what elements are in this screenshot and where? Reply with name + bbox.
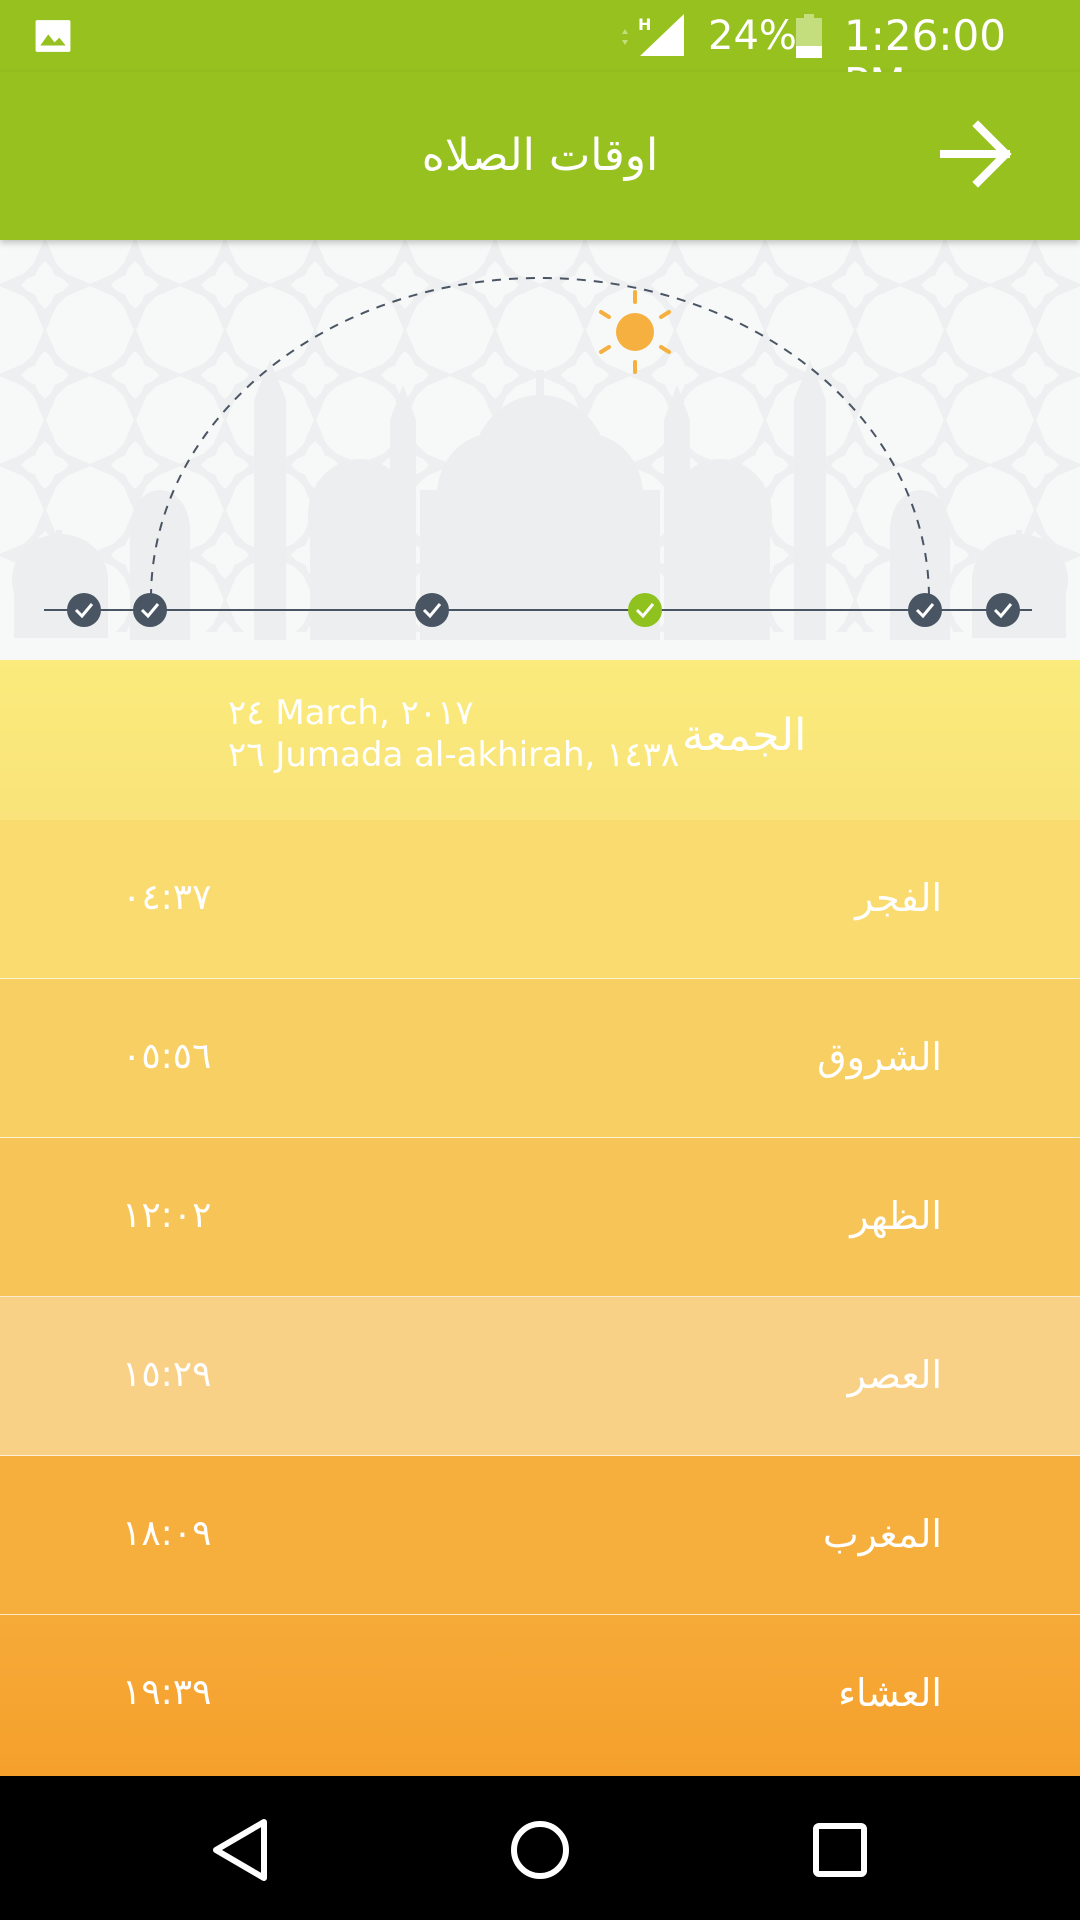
network-type-label: H <box>638 15 651 34</box>
prayer-marker-3 <box>415 593 449 627</box>
prayer-time: ١٢:٠٢ <box>122 1195 212 1236</box>
prayer-times-list: ٢٤ March, ٢٠١٧ ٢٦ Jumada al-akhirah, ١٤٣… <box>0 660 1080 1776</box>
prayer-marker-current <box>628 593 662 627</box>
prayer-row-asr[interactable]: ١٥:٢٩ العصر <box>0 1297 1080 1457</box>
sun-path-illustration <box>0 240 1080 660</box>
arrow-forward-icon[interactable] <box>936 114 1016 194</box>
page-title: اوقات الصلاه <box>421 130 659 181</box>
prayer-time: ٠٥:٥٦ <box>122 1036 212 1077</box>
prayer-row-isha[interactable]: ١٩:٣٩ العشاء <box>0 1615 1080 1776</box>
day-name: الجمعة <box>682 710 807 761</box>
recents-icon[interactable] <box>804 1814 876 1886</box>
network-signal-icon: H <box>622 14 684 56</box>
back-icon[interactable] <box>204 1814 276 1886</box>
prayer-time: ١٨:٠٩ <box>122 1513 212 1554</box>
prayer-name: العشاء <box>838 1671 942 1715</box>
gregorian-date: ٢٤ March, ٢٠١٧ <box>228 693 474 733</box>
app-bar: اوقات الصلاه <box>0 72 1080 240</box>
system-nav-bar <box>0 1776 1080 1920</box>
gallery-icon <box>35 20 71 52</box>
prayer-marker-5 <box>908 593 942 627</box>
mosque-background <box>0 240 1080 660</box>
prayer-row-dhuhr[interactable]: ١٢:٠٢ الظهر <box>0 1138 1080 1298</box>
prayer-name: الظهر <box>850 1194 942 1238</box>
home-icon[interactable] <box>504 1814 576 1886</box>
battery-icon <box>796 14 822 58</box>
prayer-time: ٠٤:٣٧ <box>122 877 212 918</box>
prayer-marker-1 <box>67 593 101 627</box>
prayer-name: المغرب <box>822 1512 942 1556</box>
status-bar: H 24% 1:26:00 PM <box>0 0 1080 108</box>
prayer-time: ١٥:٢٩ <box>122 1354 212 1395</box>
battery-percent: 24% <box>708 13 797 59</box>
prayer-name: الشروق <box>817 1035 942 1079</box>
date-header: ٢٤ March, ٢٠١٧ ٢٦ Jumada al-akhirah, ١٤٣… <box>0 660 1080 822</box>
prayer-time: ١٩:٣٩ <box>122 1672 212 1713</box>
prayer-marker-2 <box>133 593 167 627</box>
prayer-name: الفجر <box>855 876 942 920</box>
prayer-marker-6 <box>986 593 1020 627</box>
prayer-row-shuruq[interactable]: ٠٥:٥٦ الشروق <box>0 979 1080 1139</box>
hijri-date: ٢٦ Jumada al-akhirah, ١٤٣٨ <box>228 735 680 775</box>
prayer-row-fajr[interactable]: ٠٤:٣٧ الفجر <box>0 820 1080 980</box>
prayer-row-maghrib[interactable]: ١٨:٠٩ المغرب <box>0 1456 1080 1616</box>
prayer-name: العصر <box>847 1353 942 1397</box>
